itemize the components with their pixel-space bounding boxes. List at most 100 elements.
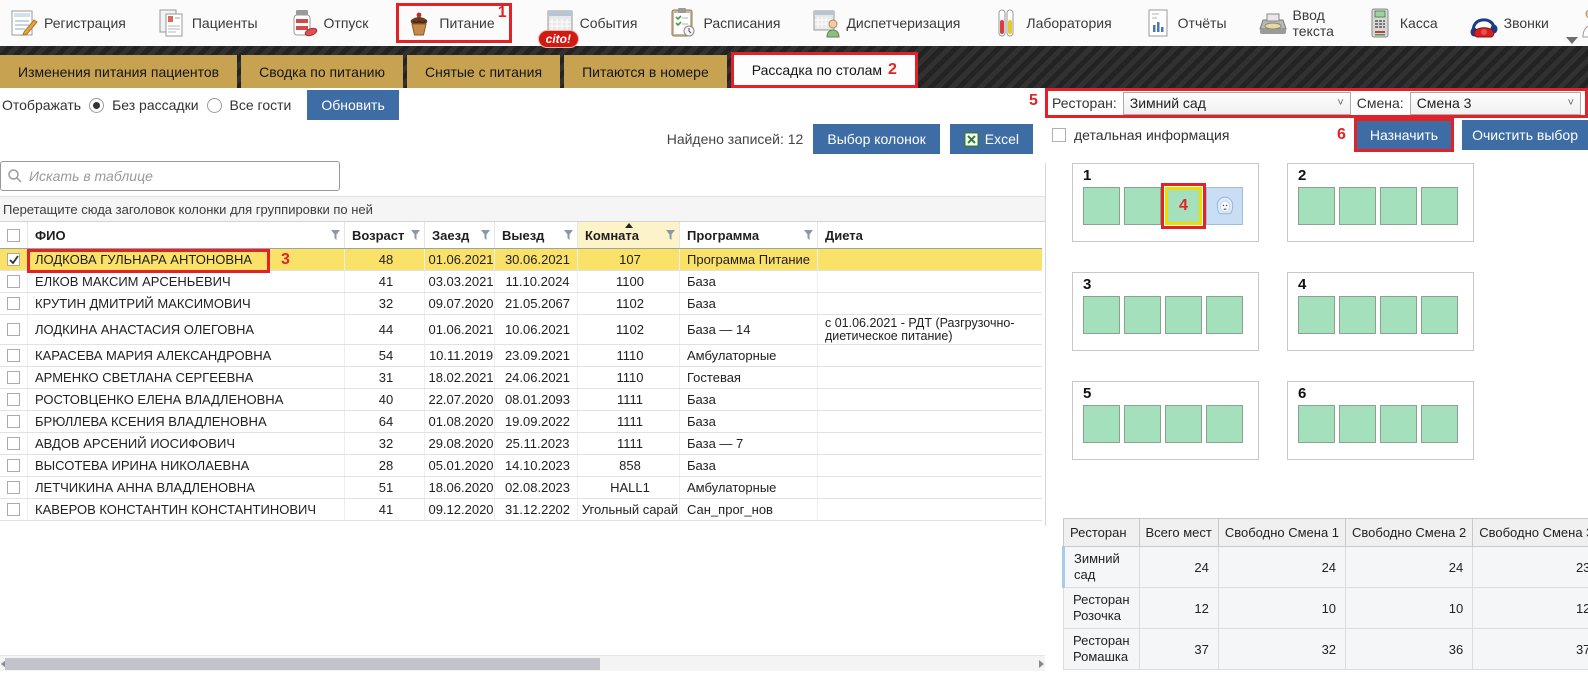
summary-header-free-shift1[interactable]: Свободно Смена 1 [1218, 519, 1345, 547]
table-row[interactable]: ЛЕТЧИКИНА АННА ВЛАДЛЕНОВНА 51 18.06.2020… [0, 477, 1042, 499]
filter-icon[interactable] [804, 230, 813, 240]
seat-free[interactable] [1339, 296, 1376, 334]
group-by-panel[interactable]: Перетащите сюда заголовок колонки для гр… [0, 196, 1045, 222]
toolbar-item-cash[interactable]: Касса [1362, 6, 1442, 40]
refresh-button[interactable]: Обновить [307, 90, 398, 120]
summary-header-free-shift2[interactable]: Свободно Смена 2 [1346, 519, 1473, 547]
filter-icon[interactable] [564, 230, 573, 240]
tab-table-seating[interactable]: Рассадка по столам 2 [731, 52, 918, 88]
table-row[interactable]: ЛОДКОВА ГУЛЬНАРА АНТОНОВНА 48 01.06.2021… [0, 249, 1042, 271]
seat-free[interactable] [1206, 405, 1243, 443]
detail-info-label[interactable]: детальная информация [1074, 127, 1229, 143]
toolbar-item-vacation[interactable]: Отпуск [286, 6, 373, 40]
seat-free[interactable] [1165, 405, 1202, 443]
table-row[interactable]: АВДОВ АРСЕНИЙ ИОСИФОВИЧ 32 29.08.2020 25… [0, 433, 1042, 455]
tab-removed-from-food[interactable]: Снятые с питания [407, 55, 560, 88]
table-row[interactable]: КАРАСЕВА МАРИЯ АЛЕКСАНДРОВНА 54 10.11.20… [0, 345, 1042, 367]
column-header-program[interactable]: Программа [680, 222, 818, 248]
horizontal-scrollbar[interactable] [0, 655, 1045, 671]
toolbar-item-dispatch[interactable]: Диспетчеризация [808, 6, 964, 40]
table-row[interactable]: ЛОДКИНА АНАСТАСИЯ ОЛЕГОВНА 44 01.06.2021… [0, 315, 1042, 345]
table-row[interactable]: ЕЛКОВ МАКСИМ АРСЕНЬЕВИЧ 41 03.03.2021 11… [0, 271, 1042, 293]
seat-free[interactable] [1421, 405, 1458, 443]
summary-header-free-shift3[interactable]: Свободно Смена 3 [1473, 519, 1588, 547]
filter-icon[interactable] [411, 230, 420, 240]
table-row[interactable]: РОСТОВЦЕНКО ЕЛЕНА ВЛАДЛЕНОВНА 40 22.07.2… [0, 389, 1042, 411]
seat-free[interactable] [1298, 405, 1335, 443]
shift-select[interactable]: Смена 3 ˅ [1410, 92, 1581, 115]
tab-food-changes[interactable]: Изменения питания пациентов [0, 55, 237, 88]
column-header-checkin[interactable]: Заезд [425, 222, 495, 248]
summary-header-total-seats[interactable]: Всего мест [1139, 519, 1218, 547]
table-row[interactable]: БРЮЛЛЕВА КСЕНИЯ ВЛАДЛЕНОВНА 64 01.08.202… [0, 411, 1042, 433]
filter-icon[interactable] [481, 230, 490, 240]
filter-icon[interactable] [666, 230, 675, 240]
excel-export-button[interactable]: Excel [950, 124, 1033, 154]
column-header-age[interactable]: Возраст [345, 222, 425, 248]
column-header-fio[interactable]: ФИО [28, 222, 345, 248]
table-row[interactable]: ВЫСОТЕВА ИРИНА НИКОЛАЕВНА 28 05.01.2020 … [0, 455, 1042, 477]
radio-all-guests-label[interactable]: Все гости [230, 97, 292, 113]
toolbar-item-registration[interactable]: Регистрация [6, 6, 130, 40]
radio-no-seating-label[interactable]: Без рассадки [112, 97, 198, 113]
toolbar-item-reports[interactable]: Отчёты [1140, 6, 1231, 40]
seat-occupied[interactable] [1206, 187, 1243, 225]
toolbar-item-patients[interactable]: Пациенты [154, 6, 262, 40]
seat-free[interactable] [1083, 405, 1120, 443]
toolbar-item-text-input[interactable]: Ввод текста [1255, 5, 1338, 41]
tab-food-summary[interactable]: Сводка по питанию [241, 55, 403, 88]
toolbar-overflow-chevron-icon[interactable] [1566, 37, 1578, 44]
table-row[interactable]: КРУТИН ДМИТРИЙ МАКСИМОВИЧ 32 09.07.2020 … [0, 293, 1042, 315]
clear-selection-button[interactable]: Очистить выбор [1462, 120, 1588, 150]
seat-free[interactable] [1421, 187, 1458, 225]
seat-free[interactable] [1298, 187, 1335, 225]
seat-free[interactable] [1380, 187, 1417, 225]
seat-free[interactable] [1165, 296, 1202, 334]
row-checkbox[interactable] [7, 481, 20, 494]
radio-all-guests[interactable] [207, 98, 222, 113]
row-checkbox[interactable] [7, 415, 20, 428]
row-checkbox[interactable] [7, 503, 20, 516]
detail-info-checkbox[interactable] [1052, 128, 1066, 142]
seat-free[interactable] [1421, 296, 1458, 334]
row-checkbox[interactable] [7, 371, 20, 384]
radio-no-seating[interactable] [89, 98, 104, 113]
row-checkbox[interactable] [7, 393, 20, 406]
seat-free[interactable] [1124, 187, 1161, 225]
choose-columns-button[interactable]: Выбор колонок [813, 124, 939, 154]
row-checkbox[interactable] [7, 349, 20, 362]
row-checkbox[interactable] [7, 297, 20, 310]
seat-free[interactable] [1339, 405, 1376, 443]
table-row[interactable]: КАВЕРОВ КОНСТАНТИН КОНСТАНТИНОВИЧ 41 09.… [0, 499, 1042, 521]
row-checkbox[interactable] [7, 323, 20, 336]
toolbar-item-schedules[interactable]: Расписания [665, 6, 784, 40]
seat-selected[interactable]: 4 [1165, 187, 1202, 225]
seat-free[interactable] [1339, 187, 1376, 225]
toolbar-item-laboratory[interactable]: Лаборатория [988, 6, 1115, 40]
summary-row[interactable]: Зимний сад 24 24 24 23 [1064, 547, 1588, 588]
assign-button[interactable]: Назначить [1357, 121, 1451, 149]
toolbar-item-calls[interactable]: Звонки [1466, 6, 1553, 40]
summary-header-restaurant[interactable]: Ресторан [1064, 519, 1140, 547]
seat-free[interactable] [1124, 405, 1161, 443]
column-header-room[interactable]: Комната [578, 222, 680, 248]
seat-free[interactable] [1380, 405, 1417, 443]
summary-row[interactable]: Ресторан Розочка 12 10 10 12 [1064, 588, 1588, 629]
seat-free[interactable] [1083, 296, 1120, 334]
column-header-diet[interactable]: Диета [818, 222, 1042, 248]
toolbar-item-events[interactable]: cito! События [542, 6, 642, 40]
seat-free[interactable] [1298, 296, 1335, 334]
row-checkbox[interactable] [7, 437, 20, 450]
filter-icon[interactable] [331, 230, 340, 240]
summary-row[interactable]: Ресторан Ромашка 37 32 36 37 [1064, 629, 1588, 670]
row-checkbox[interactable] [7, 459, 20, 472]
row-checkbox[interactable] [7, 253, 20, 266]
column-header-checkout[interactable]: Выезд [495, 222, 578, 248]
scroll-right-arrow-icon[interactable] [1039, 660, 1044, 668]
scrollbar-thumb[interactable] [5, 658, 600, 670]
seat-free[interactable] [1083, 187, 1120, 225]
table-row[interactable]: АРМЕНКО СВЕТЛАНА СЕРГЕЕВНА 31 18.02.2021… [0, 367, 1042, 389]
select-all-checkbox[interactable] [7, 229, 20, 242]
seat-free[interactable] [1206, 296, 1243, 334]
toolbar-item-food[interactable]: Питание 1 [396, 3, 511, 43]
